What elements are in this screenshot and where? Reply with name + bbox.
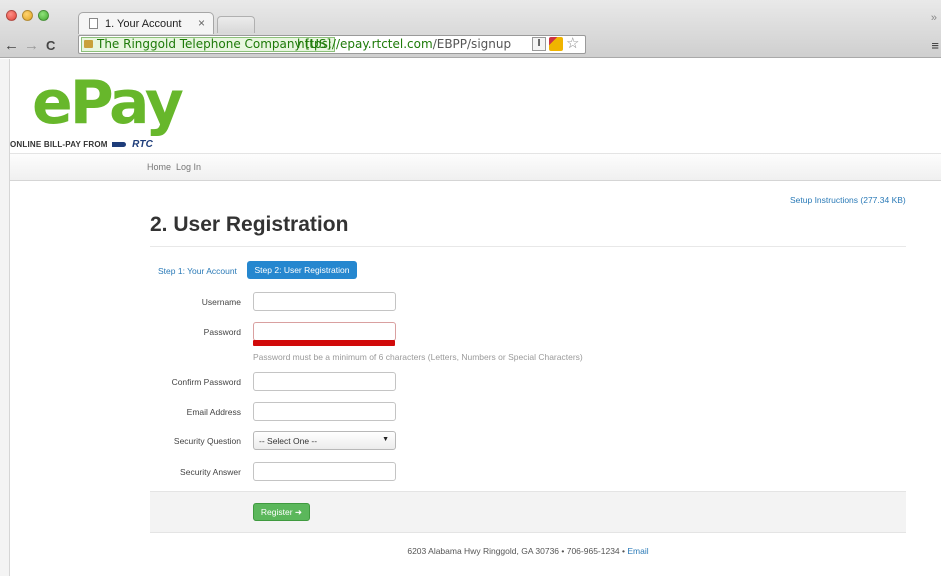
address-bar[interactable]: The Ringgold Telephone Company [US] http… [78,35,586,54]
bookmark-star-icon[interactable]: ☆ [566,34,579,52]
email-link[interactable]: Email [627,546,648,556]
tab-close-icon[interactable]: × [198,16,205,30]
window-minimize-button[interactable] [22,10,33,21]
browser-tab[interactable]: 1. Your Account × [78,12,214,34]
security-question-label: Security Question [173,436,241,446]
overflow-icon[interactable]: » [931,12,937,24]
step-1-link[interactable]: Step 1: Your Account [158,266,237,276]
address-text: 6203 Alabama Hwy Ringgold, GA 30736 • 70… [407,546,625,556]
divider [150,246,906,247]
back-icon[interactable]: ← [4,37,19,54]
password-label: Password [203,327,241,337]
window-maximize-button[interactable] [38,10,49,21]
confirm-password-input[interactable] [253,372,396,391]
confirm-password-label: Confirm Password [171,377,241,387]
reload-icon[interactable]: C [46,38,55,53]
main-nav: Home Log In [10,153,941,181]
username-input[interactable] [253,292,396,311]
forward-icon[interactable]: → [24,37,39,54]
rtc-logo-text: RTC [132,139,154,150]
extension-chart-icon[interactable] [549,37,563,51]
form-actions: Register ➜ [150,491,906,533]
browser-toolbar: 1. Your Account × » ← → C The Ringgold T… [0,0,941,58]
password-strength-bar [253,340,395,346]
password-help-text: Password must be a minimum of 6 characte… [253,352,583,362]
email-label: Email Address [186,407,241,417]
page-title: 2. User Registration [150,213,349,236]
window-edge [0,59,10,576]
url-host: https://epay.rtctel.com [297,37,433,51]
footer-address: 6203 Alabama Hwy Ringgold, GA 30736 • 70… [150,546,906,556]
browser-menu-icon[interactable]: ≡ [931,38,939,53]
page-content: ePay ONLINE BILL-PAY FROM RTC Home Log I… [10,59,941,576]
username-label: Username [201,297,241,307]
url-text: https://epay.rtctel.com/EBPP/signup [297,36,511,53]
nav-login[interactable]: Log In [176,162,201,172]
step-2-active-tab[interactable]: Step 2: User Registration [247,261,357,279]
security-answer-label: Security Answer [180,467,241,477]
epay-logo[interactable]: ePay [32,73,184,133]
lock-icon [84,40,93,48]
security-question-select[interactable]: -- Select One -- ▼ [253,431,396,450]
dropdown-arrow-icon: ▼ [382,436,389,443]
register-button[interactable]: Register ➜ [253,503,310,521]
new-tab-button[interactable] [217,16,255,33]
setup-instructions-link[interactable]: Setup Instructions (277.34 KB) [790,195,906,205]
logo-tagline: ONLINE BILL-PAY FROM RTC [10,139,153,150]
window-close-button[interactable] [6,10,17,21]
password-input[interactable] [253,322,396,341]
nav-home[interactable]: Home [147,162,171,172]
tagline-text: ONLINE BILL-PAY FROM [10,140,108,149]
tab-title: 1. Your Account [105,18,182,30]
security-question-value: -- Select One -- [259,436,318,446]
email-input[interactable] [253,402,396,421]
page-icon [89,18,98,29]
rtc-swoosh-icon [112,142,127,148]
url-path: /EBPP/signup [432,37,512,51]
extension-icon[interactable]: I [532,37,546,51]
security-answer-input[interactable] [253,462,396,481]
